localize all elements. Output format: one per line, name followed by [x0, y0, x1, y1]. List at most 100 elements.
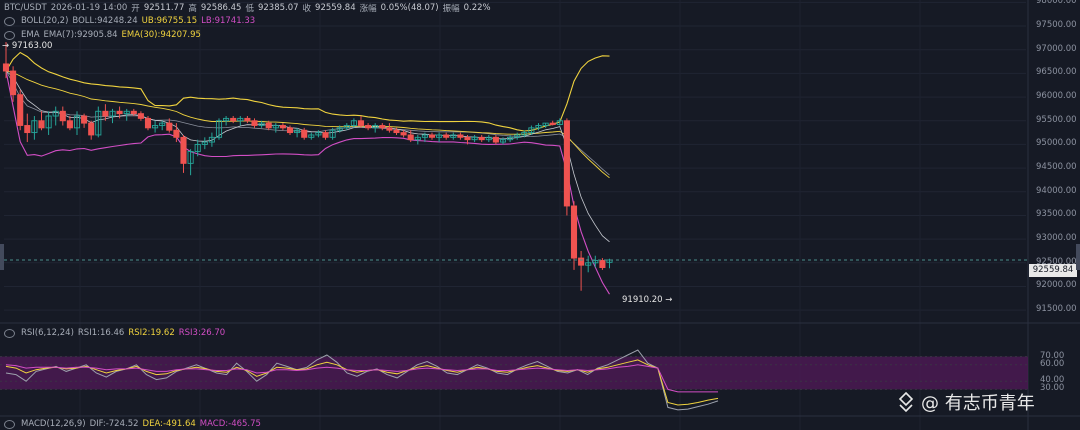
- candle-down: [137, 113, 144, 119]
- price-tick-label: 98000.00: [1036, 0, 1077, 7]
- macd-value: MACD:-465.75: [199, 419, 261, 429]
- eye-icon[interactable]: [4, 328, 15, 338]
- candle-down: [130, 110, 137, 115]
- dif-value: DIF:-724.52: [89, 419, 139, 429]
- candle-down: [144, 117, 152, 129]
- candle-down: [81, 115, 88, 124]
- macd-label: MACD(12,26,9): [21, 419, 86, 429]
- ohlc-header: BTC/USDT 2026-01-19 14:00 开 92511.77 高 925…: [4, 2, 491, 14]
- low-mark-value: 91910.20: [622, 295, 663, 305]
- candle-down: [322, 132, 329, 138]
- price-tick-label: 95500.00: [1036, 114, 1077, 125]
- price-tick-label: 92500.00: [1036, 256, 1077, 267]
- candle-down: [38, 120, 45, 129]
- close-value: 92559.84: [315, 3, 356, 13]
- candle-down: [166, 122, 173, 131]
- low-value: 92385.07: [257, 3, 299, 13]
- price-tick-label: 94500.00: [1036, 162, 1077, 173]
- candle-down: [279, 125, 286, 129]
- watermark-text: @ 有志币青年: [921, 393, 1035, 414]
- boll-legend[interactable]: BOLL(20,2) BOLL:94248.24 UB:96755.15 LB:…: [4, 16, 255, 26]
- high-label: 高: [188, 4, 197, 14]
- price-tick-label: 96000.00: [1036, 91, 1077, 102]
- candle-down: [393, 129, 400, 134]
- candle-down: [2, 63, 10, 72]
- boll-lower-line: [5, 70, 610, 295]
- candle-down: [66, 120, 73, 129]
- candle-down: [244, 117, 251, 122]
- candle-down: [102, 110, 109, 117]
- price-tick-label: 91500.00: [1036, 304, 1077, 315]
- diamond-logo-icon: [895, 391, 917, 413]
- datetime-label: 2026-01-19 14:00: [50, 3, 128, 13]
- change-label: 涨幅: [359, 4, 377, 14]
- chart-canvas: [0, 0, 1080, 430]
- candle-down: [251, 120, 258, 126]
- price-tick-label: 97500.00: [1036, 20, 1077, 31]
- high-value: 92586.45: [200, 3, 242, 13]
- rsi3-value: RSI3:26.70: [178, 328, 226, 338]
- boll-mid-line: [5, 70, 610, 176]
- candle-down: [286, 127, 294, 134]
- boll-ub: UB:96755.15: [141, 16, 198, 26]
- rsi-legend[interactable]: RSI(6,12,24) RSI1:16.46 RSI2:19.62 RSI3:…: [4, 328, 225, 338]
- price-tick-label: 92000.00: [1036, 280, 1077, 291]
- symbol-label[interactable]: BTC/USDT: [4, 3, 47, 13]
- boll-lb: LB:91741.33: [201, 16, 256, 26]
- boll-upper-line: [5, 51, 610, 132]
- eye-icon[interactable]: [4, 419, 15, 429]
- eye-icon[interactable]: [4, 16, 15, 26]
- ema30-line: [5, 70, 610, 179]
- change-value: 0.05%(48.07): [380, 3, 439, 13]
- candle-down: [357, 120, 365, 126]
- close-label: 收: [302, 4, 312, 14]
- low-label: 低: [245, 4, 254, 14]
- candle-down: [443, 134, 450, 138]
- candle-down: [379, 125, 386, 129]
- price-tick-label: 93000.00: [1036, 233, 1077, 244]
- dea-value: DEA:-491.64: [142, 419, 196, 429]
- ema-legend[interactable]: EMA EMA(7):92905.84 EMA(30):94207.95: [4, 30, 201, 40]
- boll-label: BOLL(20,2): [21, 16, 69, 26]
- rsi-tick-label: 40.00: [1040, 375, 1065, 386]
- candle-down: [478, 136, 485, 141]
- low-annotation: 91910.20 →: [622, 295, 673, 305]
- price-tick-label: 95000.00: [1036, 138, 1077, 149]
- candle-down: [59, 110, 66, 122]
- candle-down: [407, 134, 414, 141]
- candle-down: [386, 127, 393, 131]
- candle-down: [457, 134, 464, 138]
- candle-down: [17, 94, 24, 126]
- candle-down: [24, 125, 31, 134]
- rsi2-value: RSI2:19.62: [128, 328, 175, 338]
- price-tick-label: 96500.00: [1036, 67, 1077, 78]
- candle-down: [180, 136, 187, 164]
- rsi1-value: RSI1:16.46: [77, 328, 125, 338]
- high-mark-value: 97163.00: [11, 41, 53, 51]
- candle-down: [464, 136, 471, 141]
- candle-down: [88, 122, 95, 136]
- ema30-value: EMA(30):94207.95: [121, 30, 201, 40]
- price-tick-label: 94000.00: [1036, 185, 1077, 196]
- price-tick-label: 93500.00: [1036, 209, 1077, 220]
- candle-down: [578, 257, 585, 266]
- ema7-value: EMA(7):92905.84: [43, 30, 118, 40]
- candle-down: [230, 117, 237, 122]
- candle-down: [116, 110, 123, 115]
- candle-down: [173, 129, 180, 138]
- candle-down: [570, 205, 578, 259]
- candle-down: [428, 134, 436, 138]
- candle-down: [563, 120, 570, 207]
- candle-down: [549, 122, 556, 125]
- right-scroll-handle[interactable]: [1076, 244, 1080, 270]
- amp-label: 振幅: [442, 4, 460, 14]
- left-scroll-handle[interactable]: [0, 244, 4, 270]
- price-tick-label: 97000.00: [1036, 43, 1077, 54]
- candle-down: [492, 136, 499, 143]
- eye-icon[interactable]: [4, 30, 15, 40]
- candle-down: [400, 132, 407, 136]
- candle-down: [10, 70, 17, 96]
- macd-legend[interactable]: MACD(12,26,9) DIF:-724.52 DEA:-491.64 MA…: [4, 419, 261, 429]
- amp-value: 0.22%: [463, 3, 491, 13]
- candle-down: [599, 259, 606, 268]
